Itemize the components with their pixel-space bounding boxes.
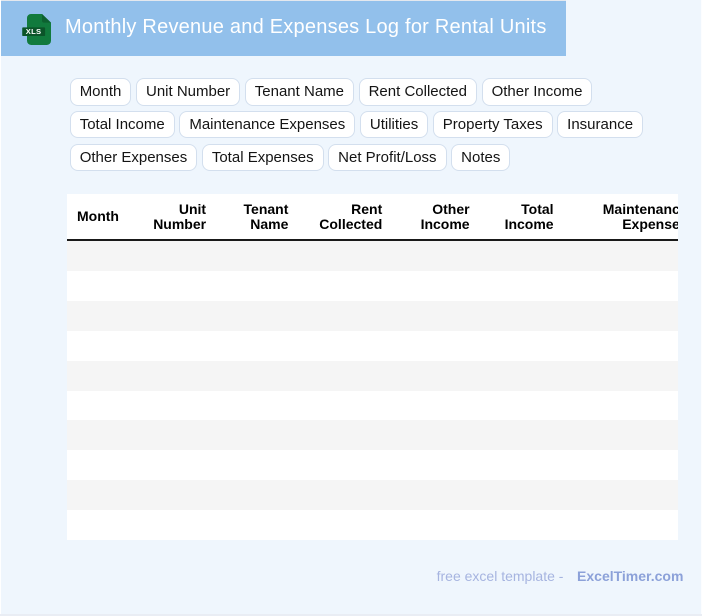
svg-text:XLS: XLS: [25, 27, 41, 36]
